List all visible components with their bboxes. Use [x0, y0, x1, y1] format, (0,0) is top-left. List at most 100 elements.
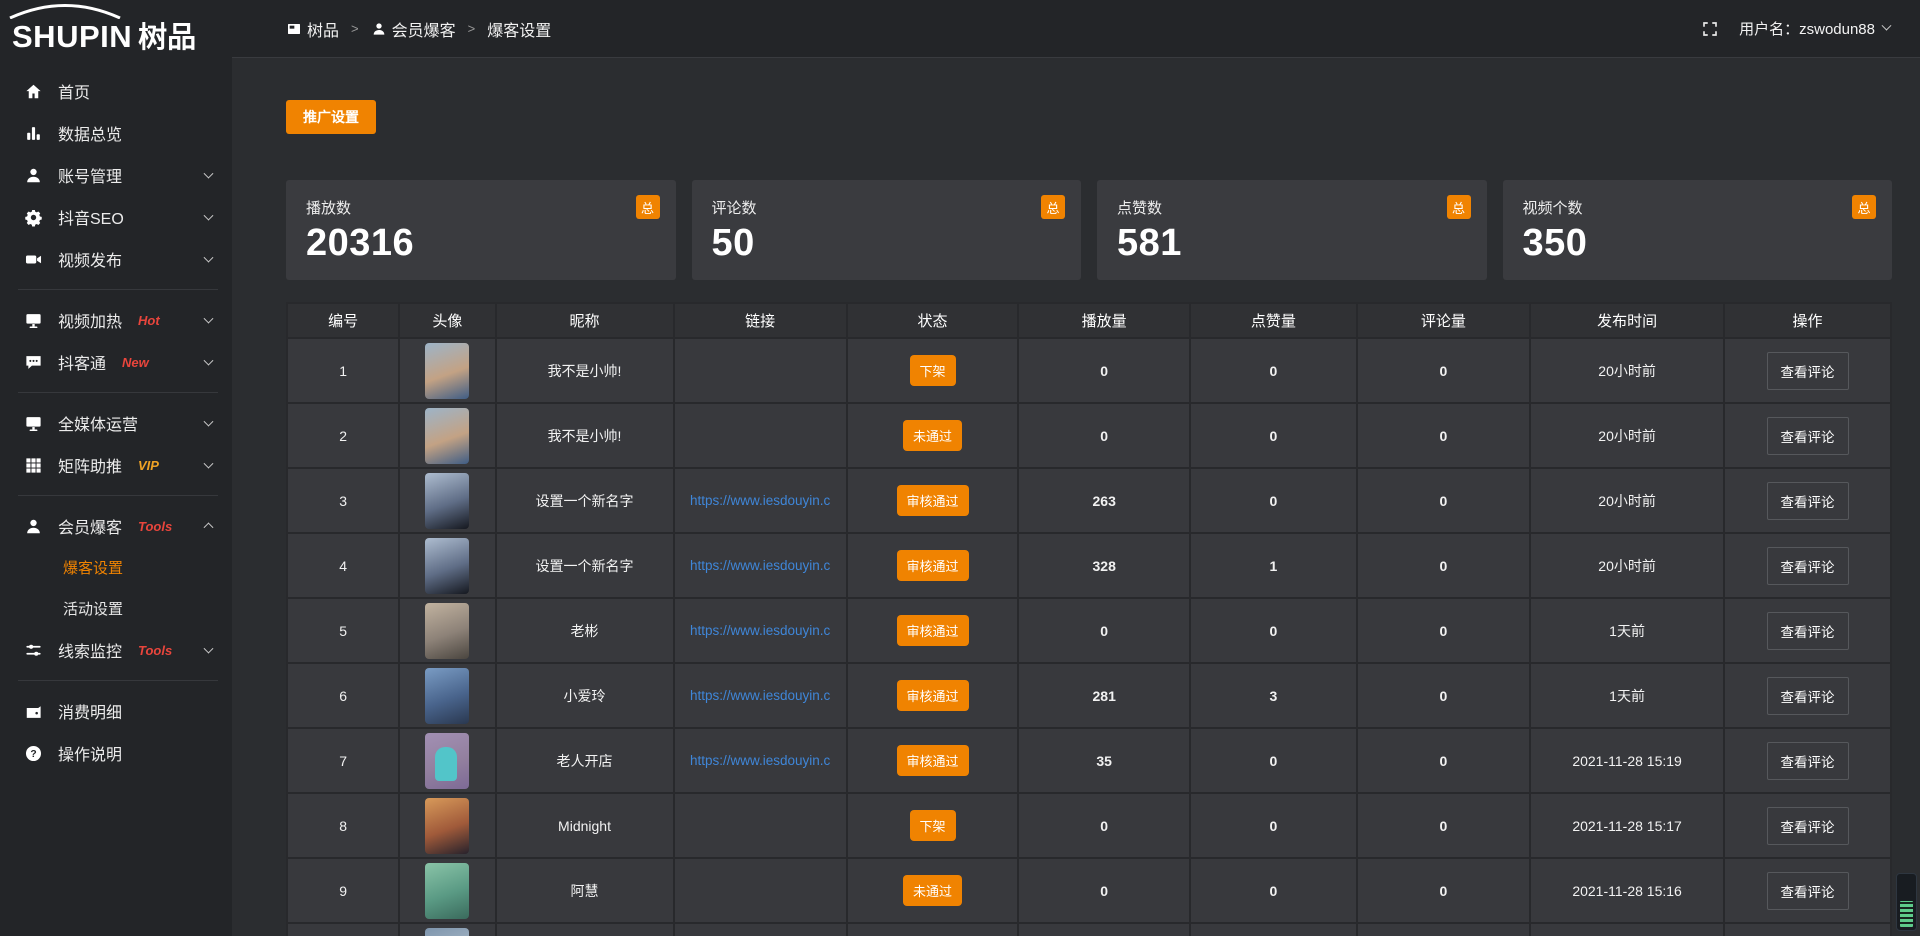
- chat-icon: [24, 353, 43, 372]
- sidebar-item[interactable]: 会员爆客 Tools: [0, 505, 232, 547]
- meter-widget: [1896, 873, 1917, 931]
- likes-count: 0: [1270, 818, 1278, 834]
- stat-card: 播放数 20316 总: [286, 180, 676, 280]
- nickname: 小爱玲: [564, 688, 606, 704]
- nickname: 设置一个新名字: [536, 558, 634, 574]
- likes-count: 1: [1270, 558, 1278, 574]
- chevron-down-icon: [204, 459, 214, 469]
- publish-time: 2021-11-28 15:19: [1572, 753, 1682, 769]
- wallet-icon: [24, 702, 43, 721]
- comments-count: 0: [1440, 883, 1448, 899]
- comments-count: 0: [1440, 493, 1448, 509]
- comments-count: 0: [1440, 558, 1448, 574]
- status-badge: 审核通过: [897, 745, 969, 776]
- view-comments-button[interactable]: 查看评论: [1767, 547, 1849, 585]
- sidebar-item[interactable]: 数据总览: [0, 112, 232, 154]
- app-logo: SHUPIN树品: [0, 0, 232, 60]
- breadcrumb: 树品>会员爆客>爆客设置: [286, 17, 1701, 41]
- sidebar-item-label: 矩阵助推: [58, 453, 122, 477]
- view-comments-button[interactable]: 查看评论: [1767, 612, 1849, 650]
- sidebar-subitem[interactable]: 爆客设置: [0, 547, 232, 588]
- sidebar-item[interactable]: 矩阵助推 VIP: [0, 444, 232, 486]
- view-comments-button[interactable]: 查看评论: [1767, 417, 1849, 455]
- plays-count: 0: [1100, 363, 1108, 379]
- stat-card: 点赞数 581 总: [1097, 180, 1487, 280]
- sidebar-item-label: 消费明细: [58, 699, 122, 723]
- chevron-up-icon: [204, 522, 214, 532]
- publish-time: 1天前: [1609, 688, 1645, 704]
- view-comments-button[interactable]: 查看评论: [1767, 352, 1849, 390]
- nickname: 我不是小帅!: [548, 363, 622, 379]
- sidebar-item-tag: Tools: [138, 519, 172, 534]
- sidebar-subitem[interactable]: 活动设置: [0, 588, 232, 629]
- sidebar-item[interactable]: 线索监控 Tools: [0, 629, 232, 671]
- sidebar-item-label: 操作说明: [58, 741, 122, 765]
- video-link[interactable]: https://www.iesdouyin.c: [675, 688, 846, 703]
- sidebar-item[interactable]: 首页: [0, 70, 232, 112]
- avatar: [425, 798, 469, 854]
- video-link[interactable]: https://www.iesdouyin.c: [675, 493, 846, 508]
- status-badge: 审核通过: [897, 550, 969, 581]
- sidebar-item[interactable]: 抖音SEO: [0, 196, 232, 238]
- breadcrumb-item[interactable]: 会员爆客: [371, 17, 456, 41]
- status-badge: 未通过: [903, 875, 962, 906]
- logo-text-cn: 树品: [138, 22, 196, 54]
- monitor-icon: [24, 414, 43, 433]
- sidebar-item[interactable]: 抖客通 New: [0, 341, 232, 383]
- view-comments-button[interactable]: 查看评论: [1767, 742, 1849, 780]
- sidebar-item-label: 首页: [58, 79, 90, 103]
- row-id: 6: [339, 688, 347, 704]
- sidebar-item[interactable]: 视频发布: [0, 238, 232, 280]
- row-id: 3: [339, 493, 347, 509]
- view-comments-button[interactable]: 查看评论: [1767, 807, 1849, 845]
- sidebar-item[interactable]: 消费明细: [0, 690, 232, 732]
- sidebar-item[interactable]: ? 操作说明: [0, 732, 232, 774]
- view-comments-button[interactable]: 查看评论: [1767, 482, 1849, 520]
- likes-count: 0: [1270, 753, 1278, 769]
- video-link[interactable]: https://www.iesdouyin.c: [675, 623, 846, 638]
- breadcrumb-item[interactable]: 爆客设置: [487, 17, 551, 41]
- stat-label: 评论数: [712, 197, 1062, 218]
- svg-text:?: ?: [30, 749, 36, 760]
- total-badge: 总: [636, 195, 660, 219]
- logo-arc: [6, 3, 124, 19]
- sidebar-item-label: 抖音SEO: [58, 205, 124, 229]
- column-header: 评论量: [1357, 303, 1530, 338]
- sidebar-item[interactable]: 账号管理: [0, 154, 232, 196]
- avatar: [425, 863, 469, 919]
- breadcrumb-label: 会员爆客: [392, 17, 456, 41]
- sidebar-item-label: 视频加热: [58, 308, 122, 332]
- fullscreen-icon[interactable]: [1701, 20, 1719, 38]
- chevron-down-icon: [204, 211, 214, 221]
- view-comments-button[interactable]: 查看评论: [1767, 872, 1849, 910]
- breadcrumb-separator: >: [468, 21, 476, 36]
- topbar-right: 用户名：zswodun88: [1701, 18, 1890, 39]
- video-link[interactable]: https://www.iesdouyin.c: [675, 753, 846, 768]
- view-comments-button[interactable]: 查看评论: [1767, 677, 1849, 715]
- comments-count: 0: [1440, 428, 1448, 444]
- nickname: 阿慧: [571, 883, 599, 899]
- publish-time: 20小时前: [1598, 428, 1656, 444]
- table-row: 6 小爱玲 https://www.iesdouyin.c 审核通过 281 3…: [287, 663, 1891, 728]
- column-header: 播放量: [1018, 303, 1190, 338]
- avatar: [425, 668, 469, 724]
- user-menu[interactable]: 用户名：zswodun88: [1739, 18, 1890, 39]
- plays-count: 0: [1100, 818, 1108, 834]
- sidebar-item[interactable]: 视频加热 Hot: [0, 299, 232, 341]
- sidebar-item-tag: Hot: [138, 313, 160, 328]
- camera-icon: [24, 250, 43, 269]
- chevron-down-icon: [204, 417, 214, 427]
- sidebar-item[interactable]: 全媒体运营: [0, 402, 232, 444]
- plays-count: 0: [1100, 883, 1108, 899]
- comments-count: 0: [1440, 818, 1448, 834]
- row-id: 2: [339, 428, 347, 444]
- nickname: 老人开店: [557, 753, 613, 769]
- video-link[interactable]: https://www.iesdouyin.c: [675, 558, 846, 573]
- promo-settings-button[interactable]: 推广设置: [286, 100, 376, 134]
- sidebar-item-label: 账号管理: [58, 163, 122, 187]
- sidebar-divider: [18, 392, 218, 393]
- sidebar-item-label: 全媒体运营: [58, 411, 138, 435]
- breadcrumb-item[interactable]: 树品: [286, 17, 339, 41]
- plays-count: 263: [1093, 493, 1116, 509]
- main-content: 推广设置 播放数 20316 总 评论数 50 总 点赞数 581 总 视频个数…: [232, 58, 1920, 936]
